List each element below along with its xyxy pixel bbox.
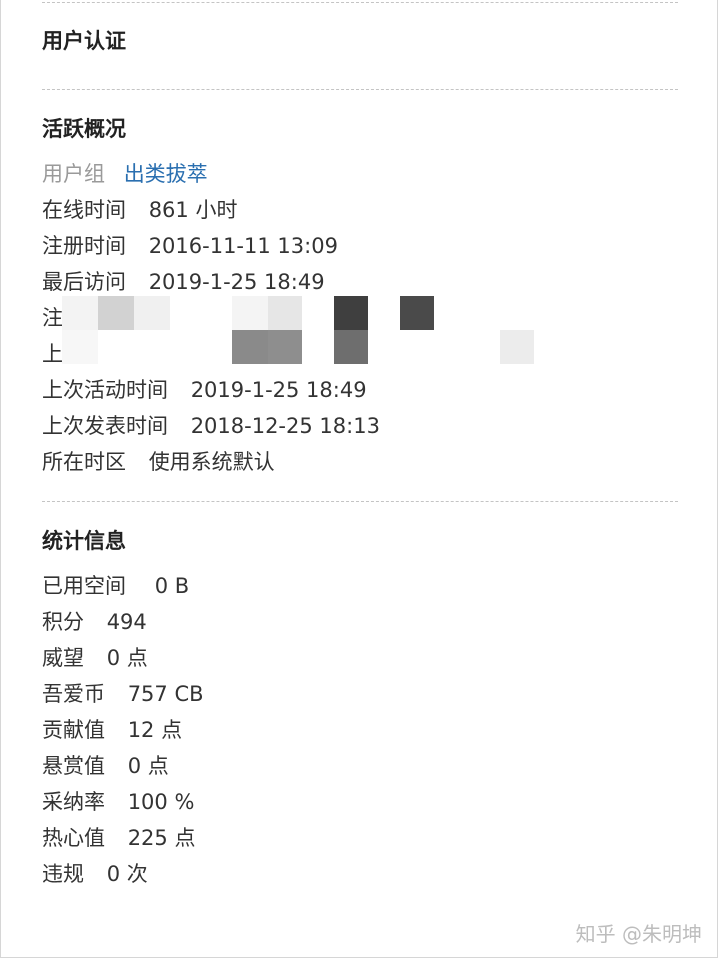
- stat-label: 采纳率: [42, 790, 105, 814]
- stat-row-used-space: 已用空间 0 B: [42, 569, 189, 603]
- watermark: 知乎 @朱明坤: [575, 922, 702, 946]
- stat-value: 0 B: [154, 574, 190, 598]
- last-post-row: 上次发表时间 2018-12-25 18:13: [42, 409, 380, 443]
- stat-label: 积分: [42, 610, 84, 634]
- user-group-label: 用户组: [42, 162, 105, 186]
- stat-row-contribution: 贡献值 12 点: [42, 713, 182, 747]
- last-post-value: 2018-12-25 18:13: [190, 414, 380, 438]
- stat-value: 0 点: [106, 646, 148, 670]
- last-activity-row: 上次活动时间 2019-1-25 18:49: [42, 373, 367, 407]
- last-activity-label: 上次活动时间: [42, 378, 168, 402]
- stat-value: 0 点: [127, 754, 169, 778]
- section-title-user-auth: 用户认证: [42, 29, 126, 53]
- stat-value: 494: [106, 610, 147, 634]
- stat-row-enthusiasm: 热心值 225 点: [42, 821, 195, 855]
- stat-label: 违规: [42, 862, 84, 886]
- stat-label: 已用空间: [42, 574, 126, 598]
- stat-row-adoption-rate: 采纳率 100 %: [42, 785, 194, 819]
- stat-value: 100 %: [127, 790, 195, 814]
- stat-label: 威望: [42, 646, 84, 670]
- last-visit-value: 2019-1-25 18:49: [148, 270, 325, 294]
- stat-row-bounty: 悬赏值 0 点: [42, 749, 169, 783]
- timezone-label: 所在时区: [42, 450, 126, 474]
- redacted-row-1-label: 注: [42, 306, 63, 330]
- online-time-label: 在线时间: [42, 198, 126, 222]
- stat-row-violations: 违规 0 次: [42, 857, 148, 891]
- online-time-row: 在线时间 861 小时: [42, 193, 237, 227]
- online-time-value: 861 小时: [148, 198, 238, 222]
- stat-value: 757 CB: [127, 682, 204, 706]
- divider-stats: [42, 501, 678, 502]
- timezone-value: 使用系统默认: [148, 450, 275, 474]
- divider-activity: [42, 89, 678, 90]
- timezone-row: 所在时区 使用系统默认: [42, 445, 275, 479]
- stat-value: 225 点: [127, 826, 196, 850]
- stat-value: 12 点: [127, 718, 183, 742]
- stat-row-prestige: 威望 0 点: [42, 641, 148, 675]
- profile-page: 用户认证 活跃概况 用户组 出类拔萃 在线时间 861 小时 注册时间 2016…: [0, 0, 720, 963]
- stat-row-coins: 吾爱币 757 CB: [42, 677, 204, 711]
- divider-top: [42, 2, 678, 3]
- register-time-row: 注册时间 2016-11-11 13:09: [42, 229, 338, 263]
- user-group-link[interactable]: 出类拔萃: [124, 157, 208, 191]
- register-time-value: 2016-11-11 13:09: [148, 234, 338, 258]
- stat-label: 贡献值: [42, 718, 105, 742]
- stat-value: 0 次: [106, 862, 148, 886]
- last-activity-value: 2019-1-25 18:49: [190, 378, 367, 402]
- redacted-row-1: 注: [42, 301, 63, 335]
- stat-label: 吾爱币: [42, 682, 105, 706]
- last-post-label: 上次发表时间: [42, 414, 168, 438]
- section-title-activity: 活跃概况: [42, 117, 126, 141]
- stat-label: 悬赏值: [42, 754, 105, 778]
- last-visit-label: 最后访问: [42, 270, 126, 294]
- redacted-row-2-label: 上: [42, 342, 63, 366]
- last-visit-row: 最后访问 2019-1-25 18:49: [42, 265, 325, 299]
- stat-label: 热心值: [42, 826, 105, 850]
- stat-row-points: 积分 494: [42, 605, 147, 639]
- user-group-row: 用户组 出类拔萃: [42, 157, 208, 191]
- section-title-stats: 统计信息: [42, 529, 126, 553]
- redacted-row-2: 上: [42, 337, 63, 371]
- register-time-label: 注册时间: [42, 234, 126, 258]
